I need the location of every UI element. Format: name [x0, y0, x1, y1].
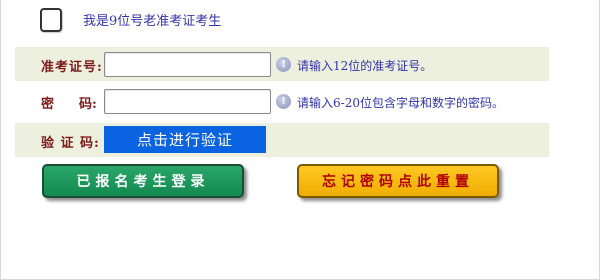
- login-button[interactable]: 已报名考生登录: [42, 164, 244, 198]
- ticket-number-input[interactable]: [104, 52, 271, 77]
- password-row: 密码: ! 请输入6-20位包含字母和数字的密码。: [15, 84, 549, 118]
- captcha-label: 验 证 码:: [41, 136, 100, 151]
- login-panel: 我是9位号老准考证考生 准考证号: ! 请输入12位的准考证号。 密码: ! 请…: [0, 0, 600, 280]
- reset-password-button[interactable]: 忘记密码点此重置: [297, 164, 499, 198]
- old-candidate-label: 我是9位号老准考证考生: [83, 14, 222, 29]
- ticket-label: 准考证号:: [41, 60, 103, 75]
- info-icon: !: [276, 94, 291, 109]
- password-hint: 请输入6-20位包含字母和数字的密码。: [297, 96, 504, 110]
- verify-button[interactable]: 点击进行验证: [104, 126, 266, 153]
- old-candidate-checkbox[interactable]: [40, 8, 62, 32]
- ticket-hint: 请输入12位的准考证号。: [297, 59, 433, 73]
- ticket-row: 准考证号: ! 请输入12位的准考证号。: [15, 47, 549, 81]
- password-label: 密码:: [41, 97, 97, 112]
- password-input[interactable]: [104, 89, 271, 114]
- captcha-row: 验 证 码: 点击进行验证: [15, 123, 549, 157]
- info-icon: !: [276, 57, 291, 72]
